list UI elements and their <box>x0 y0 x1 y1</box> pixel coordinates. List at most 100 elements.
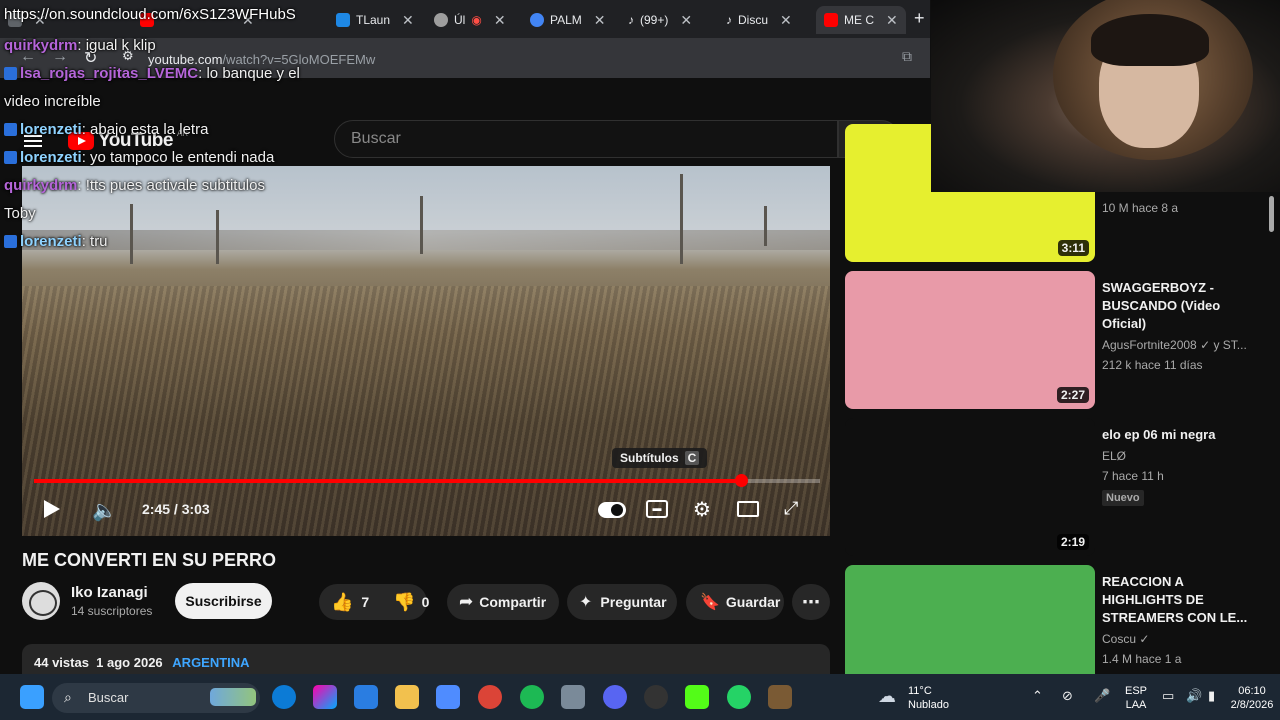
video-frame-pole <box>420 196 423 254</box>
related-thumbnail[interactable]: 2:19 <box>845 418 1095 556</box>
share-icon: ➦ <box>459 592 474 611</box>
browser-tab[interactable]: ♪ (99+) ✕ <box>628 6 692 34</box>
clock[interactable]: 06:10 2/8/2026 <box>1226 684 1278 712</box>
whatsapp-icon[interactable] <box>727 685 751 709</box>
clock-time: 06:10 <box>1238 685 1266 697</box>
stream-chat-overlay: quirkydrm: igual k klip lsa_rojas_rojitas… <box>4 32 334 256</box>
spotify-icon[interactable] <box>520 685 544 709</box>
taskbar-search-label: Buscar <box>88 690 129 705</box>
browser-tab-active[interactable]: ME C ✕ <box>816 6 906 34</box>
chrome-icon[interactable] <box>478 685 502 709</box>
chat-text: Toby <box>4 205 36 222</box>
related-channel[interactable]: ELØ <box>1102 448 1126 464</box>
channel-name[interactable]: Iko Izanagi <box>71 584 148 601</box>
save-label: Guardar <box>725 594 781 610</box>
chat-text: : abajo esta la letra <box>81 121 209 138</box>
thumbs-up-icon[interactable]: 👍 <box>331 592 353 613</box>
close-tab-icon[interactable]: ✕ <box>680 12 692 29</box>
chat-text: : yo tampoco le entendi nada <box>81 149 275 166</box>
volume-icon[interactable]: 🔈 <box>92 498 117 523</box>
outlook-icon[interactable] <box>354 685 378 709</box>
related-channel[interactable]: AgusFortnite2008 ✓ y ST... <box>1102 337 1247 353</box>
related-meta: 1.4 M hace 1 a <box>1102 652 1182 666</box>
chat-message: quirkydrm: !tts pues activale subtitulos <box>4 172 334 200</box>
time-display: 2:45 / 3:03 <box>142 501 210 517</box>
thumbs-down-icon[interactable]: 👎 <box>393 592 415 613</box>
progress-bar[interactable] <box>34 474 820 487</box>
settings-icon[interactable] <box>561 685 585 709</box>
weather-widget[interactable]: 11°C Nublado <box>908 684 949 712</box>
sidebar-scrollbar[interactable] <box>1266 164 1274 674</box>
microphone-icon[interactable]: 🎤 <box>1094 688 1110 704</box>
install-app-icon[interactable]: ⧉ <box>902 48 912 65</box>
dislike-count[interactable]: 0 <box>422 594 430 610</box>
new-tab-icon[interactable]: + <box>914 8 925 29</box>
close-tab-icon[interactable]: ✕ <box>780 12 792 29</box>
autoplay-toggle[interactable] <box>598 502 626 518</box>
settings-gear-icon[interactable]: ⚙ <box>693 497 711 522</box>
chat-text: : !tts pues activale subtitulos <box>77 177 265 194</box>
close-tab-icon[interactable]: ✕ <box>594 12 606 29</box>
close-tab-icon[interactable]: ✕ <box>494 12 506 29</box>
file-explorer-icon[interactable] <box>395 685 419 709</box>
theater-mode-icon[interactable] <box>737 501 759 517</box>
like-count[interactable]: 7 <box>361 594 369 610</box>
hashtag-link[interactable]: ARGENTINA <box>172 655 249 670</box>
chat-badge-icon <box>4 235 17 248</box>
keyboard-layout: LAA <box>1125 699 1147 711</box>
chat-badge-icon <box>4 123 17 136</box>
subscribe-button[interactable]: Suscribirse <box>175 583 272 619</box>
related-channel[interactable]: Coscu ✓ <box>1102 631 1149 647</box>
related-thumbnail[interactable]: 2:27 <box>845 271 1095 409</box>
battery-icon[interactable]: ▮ <box>1208 688 1215 704</box>
minecraft-icon[interactable] <box>768 685 792 709</box>
obs-icon[interactable] <box>644 685 668 709</box>
close-tab-icon[interactable]: ✕ <box>402 12 414 29</box>
save-button[interactable]: 🔖 Guardar <box>686 584 784 620</box>
windows-start-icon[interactable] <box>20 685 44 709</box>
search-highlight-image <box>210 688 256 706</box>
google-favicon-icon <box>530 13 544 27</box>
discord-icon[interactable] <box>603 685 627 709</box>
tab-title: ME C <box>844 13 874 27</box>
edge-icon[interactable] <box>272 685 296 709</box>
tiktok-favicon-icon: ♪ <box>726 13 732 27</box>
play-icon[interactable] <box>44 500 60 518</box>
network-icon[interactable]: ▭ <box>1162 688 1174 704</box>
subtitles-icon[interactable]: ▬ <box>646 500 668 518</box>
related-title[interactable]: REACCION A HIGHLIGHTS DE STREAMERS CON L… <box>1102 573 1252 627</box>
webcam-hair <box>1091 14 1209 66</box>
mute-icon[interactable]: ⊘ <box>1062 688 1073 704</box>
video-stats: 44 vistas 1 ago 2026 ARGENTINA <box>34 655 250 670</box>
more-actions-icon[interactable]: ⋯ <box>792 584 830 620</box>
share-button[interactable]: ➦ Compartir <box>447 584 559 620</box>
like-dislike-group: 👍 7 👎 0 <box>319 584 430 620</box>
browser-tab[interactable]: PALM ✕ <box>530 6 606 34</box>
tooltip-shortcut: C <box>684 451 700 465</box>
browser-tab[interactable]: ♪ Discu ✕ <box>726 6 792 34</box>
chat-message: lorenzeti: yo tampoco le entendi nada <box>4 144 334 172</box>
clock-date: 2/8/2026 <box>1230 699 1274 711</box>
chat-message: lorenzeti: tru <box>4 228 334 256</box>
fullscreen-icon[interactable]: ⤢ <box>784 498 798 519</box>
chevron-up-icon[interactable]: ⌃ <box>1032 688 1043 704</box>
cloudy-weather-icon: ☁ <box>878 686 896 706</box>
chat-username: lorenzeti <box>20 121 82 138</box>
browser-tab[interactable]: TLaun ✕ <box>336 6 414 34</box>
youtube-favicon-icon <box>824 13 838 27</box>
copilot-icon[interactable] <box>313 685 337 709</box>
chat-username: lorenzeti <box>20 233 82 250</box>
search-input[interactable]: Buscar <box>334 120 838 158</box>
scrollbar-thumb[interactable] <box>1269 196 1274 232</box>
language-indicator[interactable]: ESP LAA <box>1124 684 1148 712</box>
related-title[interactable]: SWAGGERBOYZ - BUSCANDO (Video Oficial) <box>1102 279 1252 333</box>
store-icon[interactable] <box>436 685 460 709</box>
close-tab-icon[interactable]: ✕ <box>886 12 898 29</box>
bookmark-icon: 🔖 <box>700 594 720 611</box>
speaker-icon[interactable]: 🔊 <box>1186 688 1202 704</box>
browser-tab[interactable]: Úl ◉ ✕ <box>434 6 506 34</box>
channel-avatar[interactable] <box>22 582 60 620</box>
related-title[interactable]: elo ep 06 mi negra <box>1102 426 1252 444</box>
kick-icon[interactable] <box>685 685 709 709</box>
ask-button[interactable]: ✦ Preguntar <box>567 584 677 620</box>
